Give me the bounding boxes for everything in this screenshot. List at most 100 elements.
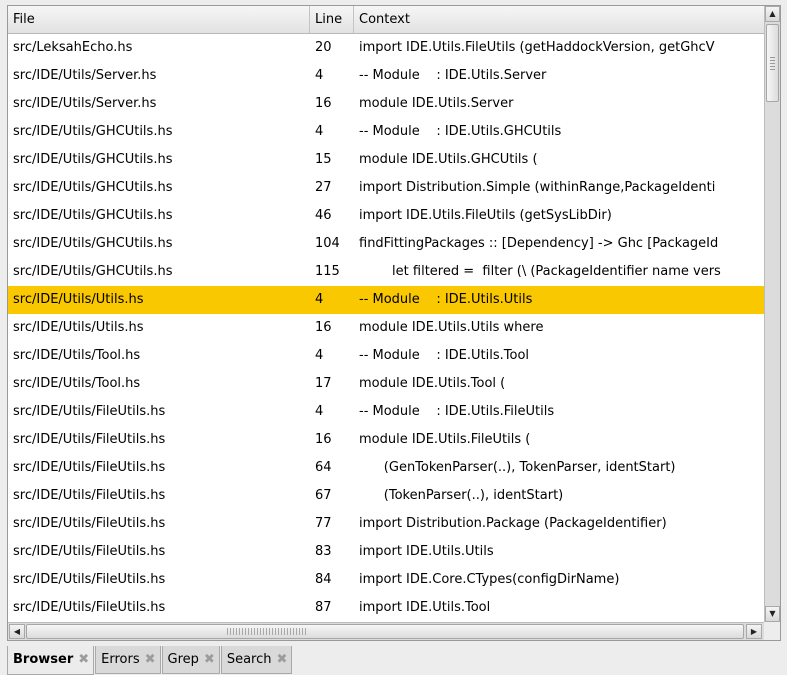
table-row[interactable]: src/IDE/Utils/FileUtils.hs 77 import Distr… <box>8 510 764 538</box>
pane-tab-bar: Browser ✖ Errors ✖ Grep ✖ Search ✖ <box>7 646 293 675</box>
row-line-cell: 64 <box>315 460 332 475</box>
table-row[interactable]: src/IDE/Utils/FileUtils.hs 16 module IDE.U… <box>8 426 764 454</box>
row-context-cell: findFittingPackages :: [Dependency] -> G… <box>359 236 719 251</box>
scroll-left-icon[interactable]: ◀ <box>9 624 25 639</box>
row-line-cell: 83 <box>315 544 332 559</box>
row-file-cell: src/LeksahEcho.hs <box>13 40 133 55</box>
row-file-cell: src/IDE/Utils/Utils.hs <box>13 320 144 335</box>
row-file-cell: src/IDE/Utils/Tool.hs <box>13 376 141 391</box>
row-context-cell: -- Module : IDE.Utils.FileUtils <box>359 404 555 419</box>
table-row[interactable]: src/IDE/Utils/Utils.hs 16 module IDE.Utils… <box>8 314 764 342</box>
row-line-cell: 16 <box>315 432 332 447</box>
row-line-cell: 4 <box>315 124 324 139</box>
row-context-cell: module IDE.Utils.GHCUtils ( <box>359 152 538 167</box>
vertical-scroll-thumb[interactable] <box>766 24 779 102</box>
row-context-cell: module IDE.Utils.FileUtils ( <box>359 432 531 447</box>
row-context-cell: module IDE.Utils.Server <box>359 96 514 111</box>
results-list: src/LeksahEcho.hs 20 import IDE.Utils.File… <box>8 34 764 622</box>
tab-label: Grep <box>167 651 199 667</box>
row-context-cell: -- Module : IDE.Utils.Tool <box>359 348 530 363</box>
row-context-cell: import Distribution.Simple (withinRange,… <box>359 180 716 195</box>
row-line-cell: 115 <box>315 264 340 279</box>
results-viewport: File Line Context src/LeksahEcho.hs 20 imp… <box>8 6 764 622</box>
scroll-right-icon[interactable]: ▶ <box>746 624 762 639</box>
row-file-cell: src/IDE/Utils/Server.hs <box>13 96 157 111</box>
table-row[interactable]: src/IDE/Utils/FileUtils.hs 67 (TokenParse… <box>8 482 764 510</box>
row-context-cell: -- Module : IDE.Utils.Utils <box>359 292 533 307</box>
grip-icon <box>770 57 775 71</box>
row-file-cell: src/IDE/Utils/Server.hs <box>13 68 157 83</box>
table-row[interactable]: src/IDE/Utils/GHCUtils.hs 115 let filtere… <box>8 258 764 286</box>
row-line-cell: 4 <box>315 292 324 307</box>
scroll-corner <box>764 622 780 640</box>
table-row[interactable]: src/IDE/Utils/GHCUtils.hs 104 findFittingP… <box>8 230 764 258</box>
row-line-cell: 67 <box>315 488 332 503</box>
row-context-cell: import IDE.Core.CTypes(configDirName) <box>359 572 620 587</box>
table-row[interactable]: src/IDE/Utils/FileUtils.hs 4 -- Module : I… <box>8 398 764 426</box>
row-line-cell: 4 <box>315 404 324 419</box>
table-row-selected[interactable]: src/IDE/Utils/Utils.hs 4 -- Module : IDE.U… <box>8 286 764 314</box>
table-row[interactable]: src/IDE/Utils/GHCUtils.hs 27 import Distri… <box>8 174 764 202</box>
row-line-cell: 84 <box>315 572 332 587</box>
row-context-cell: -- Module : IDE.Utils.GHCUtils <box>359 124 562 139</box>
row-context-cell: import IDE.Utils.FileUtils (getHaddockVe… <box>359 40 715 55</box>
table-row[interactable]: src/IDE/Utils/Tool.hs 17 module IDE.Utils.… <box>8 370 764 398</box>
row-context-cell: import Distribution.Package (PackageIden… <box>359 516 667 531</box>
table-row[interactable]: src/IDE/Utils/Server.hs 16 module IDE.Util… <box>8 90 764 118</box>
tab-grep[interactable]: Grep ✖ <box>161 646 220 674</box>
column-header-file[interactable]: File <box>8 6 310 33</box>
vertical-scrollbar[interactable]: ▲ ▼ <box>764 6 780 622</box>
tab-label: Search <box>226 651 272 667</box>
table-row[interactable]: src/IDE/Utils/Tool.hs 4 -- Module : IDE.Ut… <box>8 342 764 370</box>
row-context-cell: (GenTokenParser(..), TokenParser, identS… <box>359 460 676 475</box>
column-header-context[interactable]: Context <box>354 6 764 33</box>
row-context-cell: import IDE.Utils.Tool <box>359 600 491 615</box>
table-row[interactable]: src/IDE/Utils/Server.hs 4 -- Module : IDE.… <box>8 62 764 90</box>
tab-search[interactable]: Search ✖ <box>220 646 293 674</box>
row-line-cell: 16 <box>315 96 332 111</box>
row-file-cell: src/IDE/Utils/GHCUtils.hs <box>13 180 173 195</box>
table-row[interactable]: src/LeksahEcho.hs 20 import IDE.Utils.File… <box>8 34 764 62</box>
scroll-down-icon[interactable]: ▼ <box>765 606 780 622</box>
results-frame: File Line Context src/LeksahEcho.hs 20 imp… <box>7 5 781 641</box>
close-icon[interactable]: ✖ <box>276 646 287 674</box>
table-row[interactable]: src/IDE/Utils/GHCUtils.hs 15 module IDE.Ut… <box>8 146 764 174</box>
grep-window: File Line Context src/LeksahEcho.hs 20 imp… <box>0 0 787 675</box>
table-row[interactable]: src/IDE/Utils/FileUtils.hs 64 (GenTokenPa… <box>8 454 764 482</box>
row-line-cell: 104 <box>315 236 340 251</box>
row-file-cell: src/IDE/Utils/Utils.hs <box>13 292 144 307</box>
row-line-cell: 87 <box>315 600 332 615</box>
row-context-cell: let filtered = filter (\ (PackageIdentif… <box>359 264 721 279</box>
row-line-cell: 27 <box>315 180 332 195</box>
column-header-line[interactable]: Line <box>310 6 354 33</box>
horizontal-scrollbar[interactable]: ◀ ▶ <box>8 622 764 640</box>
tab-label: Browser <box>13 652 74 667</box>
row-file-cell: src/IDE/Utils/FileUtils.hs <box>13 600 166 615</box>
table-row[interactable]: src/IDE/Utils/FileUtils.hs 87 import IDE.U… <box>8 594 764 622</box>
row-file-cell: src/IDE/Utils/GHCUtils.hs <box>13 208 173 223</box>
table-row[interactable]: src/IDE/Utils/GHCUtils.hs 46 import IDE.Ut… <box>8 202 764 230</box>
close-icon[interactable]: ✖ <box>145 646 156 674</box>
table-row[interactable]: src/IDE/Utils/FileUtils.hs 84 import IDE.C… <box>8 566 764 594</box>
row-file-cell: src/IDE/Utils/FileUtils.hs <box>13 404 166 419</box>
close-icon[interactable]: ✖ <box>204 646 215 674</box>
row-file-cell: src/IDE/Utils/FileUtils.hs <box>13 488 166 503</box>
row-context-cell: module IDE.Utils.Utils where <box>359 320 544 335</box>
close-icon[interactable]: ✖ <box>78 646 89 674</box>
table-row[interactable]: src/IDE/Utils/GHCUtils.hs 4 -- Module : ID… <box>8 118 764 146</box>
row-context-cell: -- Module : IDE.Utils.Server <box>359 68 547 83</box>
row-file-cell: src/IDE/Utils/GHCUtils.hs <box>13 152 173 167</box>
table-row[interactable]: src/IDE/Utils/FileUtils.hs 83 import IDE.U… <box>8 538 764 566</box>
row-context-cell: import IDE.Utils.FileUtils (getSysLibDir… <box>359 208 612 223</box>
row-line-cell: 15 <box>315 152 332 167</box>
tab-errors[interactable]: Errors ✖ <box>95 646 161 674</box>
row-file-cell: src/IDE/Utils/GHCUtils.hs <box>13 236 173 251</box>
row-file-cell: src/IDE/Utils/FileUtils.hs <box>13 572 166 587</box>
row-file-cell: src/IDE/Utils/FileUtils.hs <box>13 544 166 559</box>
row-context-cell: import IDE.Utils.Utils <box>359 544 494 559</box>
tab-browser[interactable]: Browser ✖ <box>7 646 95 675</box>
scroll-up-icon[interactable]: ▲ <box>765 6 780 22</box>
row-line-cell: 4 <box>315 348 324 363</box>
row-file-cell: src/IDE/Utils/FileUtils.hs <box>13 432 166 447</box>
horizontal-scroll-thumb[interactable] <box>26 624 744 639</box>
